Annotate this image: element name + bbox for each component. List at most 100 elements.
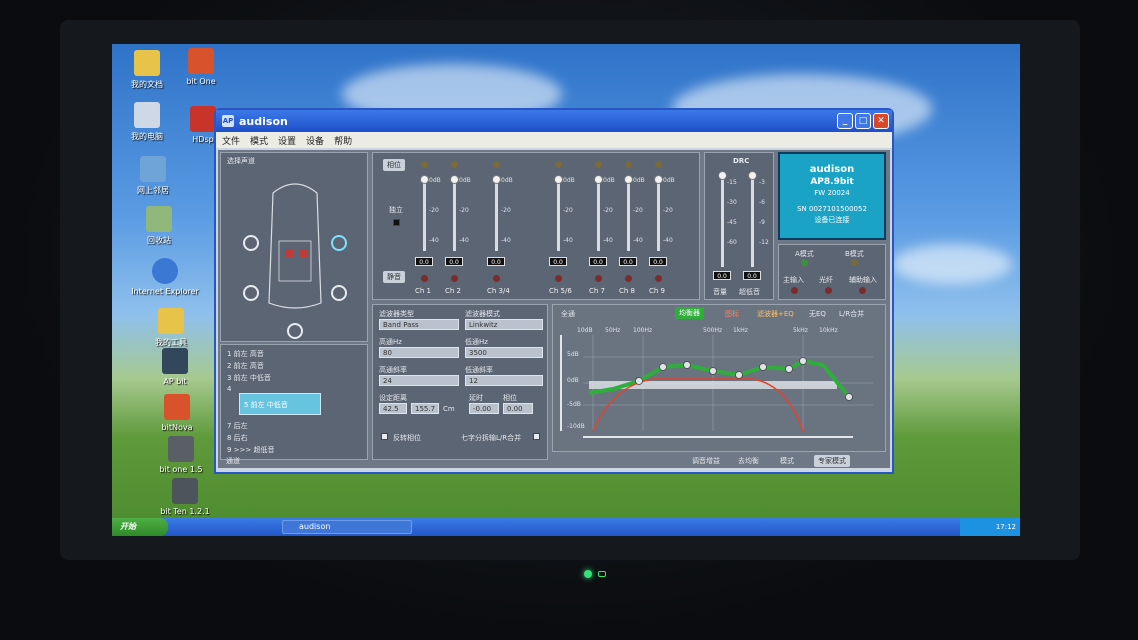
car-diagram [243, 183, 347, 339]
aux-input-led[interactable] [859, 287, 866, 294]
mute-led[interactable] [595, 275, 602, 282]
drc-tick: -30 [727, 199, 737, 206]
taskbar-item-audison[interactable]: audison [282, 520, 412, 534]
window-title: audison [239, 114, 288, 128]
hdsp-icon [190, 106, 216, 132]
window-titlebar[interactable]: AP audison _ □ ✕ [216, 110, 892, 132]
channel-slider-knob[interactable] [594, 175, 603, 184]
mute-led[interactable] [655, 275, 662, 282]
channel-label: Ch 7 [589, 287, 606, 295]
start-button[interactable]: 开始 [112, 518, 168, 536]
menu-settings[interactable]: 设置 [278, 134, 296, 147]
filter-type-select[interactable]: Band Pass [379, 319, 459, 330]
folder-icon [134, 50, 160, 76]
mute-led[interactable] [555, 275, 562, 282]
car-panel: 选择声道 [220, 152, 368, 342]
distance-field-2[interactable]: 155.7 [411, 403, 439, 414]
desktop-icon-ap-bit[interactable]: AP bit [140, 348, 210, 386]
a-mode-led[interactable] [801, 259, 808, 266]
desktop-icon-network[interactable]: 网上邻居 [118, 156, 188, 196]
channel-row[interactable]: 7 后左 [227, 421, 248, 431]
recycle-bin-icon [146, 206, 172, 232]
channel-row[interactable]: 8 后右 [227, 433, 248, 443]
channel-slider-knob[interactable] [492, 175, 501, 184]
menu-mode[interactable]: 模式 [250, 134, 268, 147]
desktop-icon-bit-one[interactable]: bit one 1.5 [146, 436, 216, 474]
channel-row[interactable]: 1 前左 高音 [227, 349, 264, 359]
filter-mode-select[interactable]: Linkwitz [465, 319, 543, 330]
drc-tick: -45 [727, 219, 737, 226]
channel-slider-knob[interactable] [554, 175, 563, 184]
phase-field[interactable]: 0.00 [503, 403, 533, 414]
volume-slider-knob[interactable] [718, 171, 727, 180]
channel-slider-knob[interactable] [420, 175, 429, 184]
hp-slope-select[interactable]: 24 [379, 375, 459, 386]
menu-help[interactable]: 帮助 [334, 134, 352, 147]
channel-row[interactable]: 9 >>> 超低音 [227, 445, 275, 455]
channel-slider-track[interactable] [495, 179, 498, 251]
mute-led[interactable] [493, 275, 500, 282]
window-client: 选择声道 1 前左 高音 2 前左 高音 3 前左 中低音 4 5 前左 中低音… [218, 150, 890, 468]
desktop-icon-bit-ten[interactable]: bit Ten 1.2.1 [150, 478, 220, 516]
lp-slope-select[interactable]: 12 [465, 375, 543, 386]
channel-row[interactable]: 3 前左 中低音 [227, 373, 271, 383]
desktop-icon-ie[interactable]: Internet Explorer [130, 258, 200, 296]
channel-slider-knob[interactable] [624, 175, 633, 184]
mute-led[interactable] [625, 275, 632, 282]
drc-tick: -60 [727, 239, 737, 246]
channel-row[interactable]: 4 [227, 385, 231, 393]
cloud [892, 244, 1012, 284]
channel-slider-track[interactable] [557, 179, 560, 251]
minimize-button[interactable]: _ [837, 113, 853, 129]
delay-field[interactable]: -0.00 [469, 403, 499, 414]
maximize-button[interactable]: □ [855, 113, 871, 129]
desktop-icon-recycle-bin[interactable]: 回收站 [124, 206, 194, 246]
desktop-icon-tools[interactable]: 我的工具 [136, 308, 206, 348]
connection-status: 设备已连接 [814, 216, 850, 224]
close-button[interactable]: ✕ [873, 113, 889, 129]
channel-value: 0.0 [649, 257, 667, 266]
expert-mode-button[interactable]: 专家模式 [814, 455, 850, 467]
volume-slider-track[interactable] [721, 173, 724, 267]
link-led[interactable] [625, 161, 632, 168]
channel-row-selected[interactable]: 5 前左 中低音 [239, 393, 321, 415]
mute-tag: 静音 [383, 271, 405, 283]
channel-slider-track[interactable] [657, 179, 660, 251]
solo-checkbox[interactable] [393, 219, 400, 226]
lp-freq-select[interactable]: 3500 [465, 347, 543, 358]
menu-device[interactable]: 设备 [306, 134, 324, 147]
channel-slider-track[interactable] [597, 179, 600, 251]
channel-slider-knob[interactable] [450, 175, 459, 184]
sub-slider-track[interactable] [751, 173, 754, 267]
optical-input-led[interactable] [825, 287, 832, 294]
channel-scale-tick: 0dB [663, 177, 675, 184]
link-led[interactable] [421, 161, 428, 168]
main-input-led[interactable] [791, 287, 798, 294]
channel-slider-track[interactable] [423, 179, 426, 251]
channel-value: 0.0 [415, 257, 433, 266]
channel-value: 0.0 [549, 257, 567, 266]
channel-slider-knob[interactable] [654, 175, 663, 184]
menu-file[interactable]: 文件 [222, 134, 240, 147]
mute-led[interactable] [451, 275, 458, 282]
desktop-icon-bit-one-top[interactable]: bit One [166, 48, 236, 86]
b-mode-led[interactable] [851, 259, 858, 266]
device-info-box: audison AP8.9bit FW 20024 SN 00271015000… [778, 152, 886, 240]
distance-field[interactable]: 42.5 [379, 403, 407, 414]
link-led[interactable] [451, 161, 458, 168]
hp-freq-select[interactable]: 80 [379, 347, 459, 358]
link-led[interactable] [655, 161, 662, 168]
channel-slider-track[interactable] [453, 179, 456, 251]
channel-slider-track[interactable] [627, 179, 630, 251]
link-led[interactable] [595, 161, 602, 168]
link-led[interactable] [555, 161, 562, 168]
channel-scale-tick: -40 [563, 237, 573, 244]
link-led[interactable] [493, 161, 500, 168]
mute-led[interactable] [421, 275, 428, 282]
channel-scale-tick: -20 [459, 207, 469, 214]
merge-lr-checkbox[interactable] [533, 433, 540, 440]
invert-phase-checkbox[interactable] [381, 433, 388, 440]
desktop-icon-bitnova[interactable]: bitNova [142, 394, 212, 432]
channel-row[interactable]: 2 前左 高音 [227, 361, 264, 371]
sub-slider-knob[interactable] [748, 171, 757, 180]
